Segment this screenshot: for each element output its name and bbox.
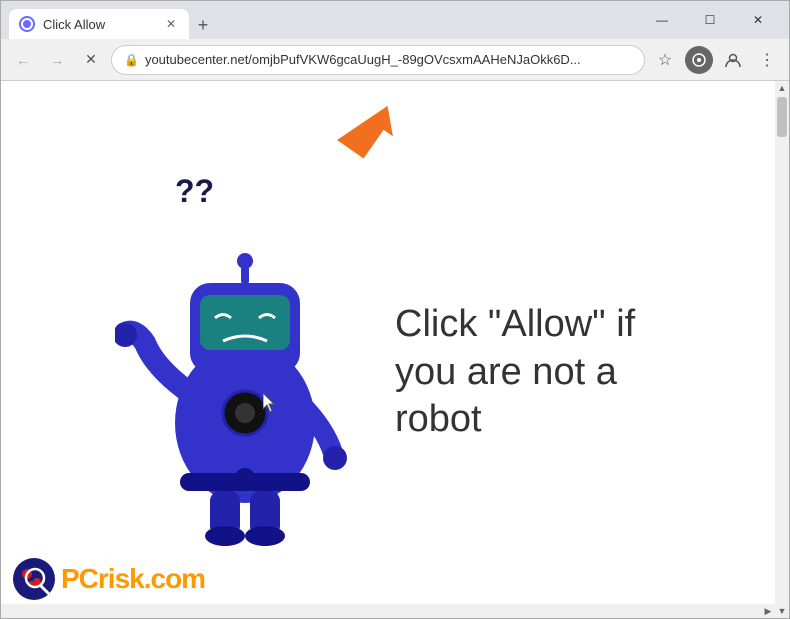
pcrisk-logo: PCrisk.com (13, 558, 205, 600)
orange-arrow (335, 96, 405, 171)
window-controls: — ☐ ✕ (639, 5, 781, 35)
main-text: Click "Allow" if you are not a robot (395, 301, 675, 444)
content-row: ?? (115, 183, 675, 563)
robot-illustration: ?? (115, 183, 375, 563)
page-content: ?? (1, 81, 789, 618)
scroll-right-arrow[interactable]: ▶ (761, 604, 775, 618)
tab-favicon (19, 16, 35, 32)
page-inner: ?? (1, 81, 789, 618)
back-button[interactable]: ← (9, 46, 37, 74)
vertical-scrollbar[interactable]: ▲ ▼ (775, 81, 789, 618)
scroll-thumb[interactable] (777, 97, 787, 137)
scroll-down-arrow[interactable]: ▼ (775, 604, 789, 618)
reload-button[interactable]: ✕ (77, 46, 105, 74)
tab-area: Click Allow ✕ + (9, 1, 633, 39)
menu-button[interactable]: ⋮ (753, 46, 781, 74)
new-tab-button[interactable]: + (189, 11, 217, 39)
extensions-button[interactable] (685, 46, 713, 74)
horizontal-scrollbar[interactable]: ▶ (1, 604, 775, 618)
question-marks: ?? (175, 173, 214, 210)
minimize-button[interactable]: — (639, 5, 685, 35)
forward-button[interactable]: → (43, 46, 71, 74)
tab-title: Click Allow (43, 17, 105, 32)
active-tab[interactable]: Click Allow ✕ (9, 9, 189, 39)
scroll-track[interactable] (775, 95, 789, 604)
scroll-up-arrow[interactable]: ▲ (775, 81, 789, 95)
address-bar[interactable]: 🔒 youtubecenter.net/omjbPufVKW6gcaUugH_-… (111, 45, 645, 75)
toolbar: ← → ✕ 🔒 youtubecenter.net/omjbPufVKW6gca… (1, 39, 789, 81)
maximize-button[interactable]: ☐ (687, 5, 733, 35)
profile-button[interactable] (719, 46, 747, 74)
browser-window: Click Allow ✕ + — ☐ ✕ ← → ✕ 🔒 youtubecen… (0, 0, 790, 619)
pc-text: PC (61, 563, 98, 594)
pcrisk-brand-text: PCrisk.com (61, 563, 205, 595)
title-bar: Click Allow ✕ + — ☐ ✕ (1, 1, 789, 39)
bookmark-star-button[interactable]: ☆ (651, 46, 679, 74)
close-button[interactable]: ✕ (735, 5, 781, 35)
tab-close-button[interactable]: ✕ (163, 16, 179, 32)
url-text: youtubecenter.net/omjbPufVKW6gcaUugH_-89… (145, 52, 632, 67)
risk-text: risk.com (98, 563, 205, 594)
lock-icon: 🔒 (124, 53, 139, 67)
pcrisk-icon (13, 558, 55, 600)
